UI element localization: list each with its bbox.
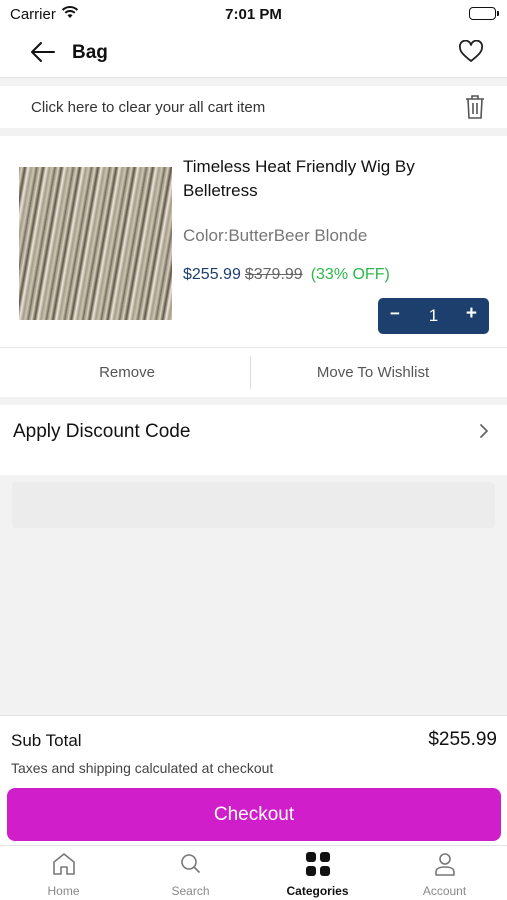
apply-discount-label[interactable]: Apply Discount Code	[13, 421, 190, 443]
tab-label: Search	[171, 884, 210, 898]
tab-label: Account	[422, 884, 467, 898]
subtotal-label: Sub Total	[11, 731, 82, 750]
battery-icon	[469, 7, 496, 20]
bottom-tab-bar: Home Search Categories Account	[0, 845, 507, 900]
cart-item: Timeless Heat Friendly Wig By Belletress…	[0, 136, 507, 347]
tab-search[interactable]: Search	[127, 846, 254, 900]
grid-icon	[305, 851, 331, 877]
trash-icon[interactable]	[464, 94, 486, 125]
tab-home[interactable]: Home	[0, 846, 127, 900]
clock: 7:01 PM	[225, 6, 282, 23]
product-image[interactable]	[19, 167, 172, 320]
tax-note: Taxes and shipping calculated at checkou…	[11, 760, 274, 776]
search-icon	[178, 851, 204, 877]
move-to-wishlist-button[interactable]: Move To Wishlist	[250, 364, 496, 381]
tab-label: Home	[47, 884, 80, 898]
tab-label: Categories	[286, 884, 349, 898]
price-row: $255.99 $379.99 (33% OFF)	[183, 266, 390, 284]
empty-placeholder-card	[12, 482, 495, 528]
quantity-stepper: − 1 +	[378, 298, 489, 334]
tab-categories[interactable]: Categories	[254, 846, 381, 900]
tab-account[interactable]: Account	[381, 846, 507, 900]
user-icon	[432, 851, 458, 877]
remove-button[interactable]: Remove	[0, 364, 254, 381]
increase-quantity-button[interactable]: +	[466, 303, 477, 325]
original-price: $379.99	[244, 266, 303, 283]
apply-discount-row[interactable]: Apply Discount Code	[0, 405, 507, 475]
order-summary: Sub Total $255.99 Taxes and shipping cal…	[0, 715, 507, 845]
heart-icon[interactable]	[458, 39, 484, 69]
checkout-button[interactable]: Checkout	[7, 788, 501, 841]
discount-badge: (33% OFF)	[310, 266, 390, 283]
product-color: Color:ButterBeer Blonde	[183, 226, 368, 245]
chevron-right-icon	[479, 423, 489, 444]
current-price: $255.99	[183, 266, 241, 283]
product-name[interactable]: Timeless Heat Friendly Wig By Belletress	[183, 155, 483, 203]
subtotal-value: $255.99	[428, 729, 497, 750]
nav-bar: Bag	[0, 28, 507, 78]
clear-cart-row[interactable]: Click here to clear your all cart item	[0, 86, 507, 128]
clear-cart-text[interactable]: Click here to clear your all cart item	[31, 99, 265, 116]
status-bar: Carrier 7:01 PM	[0, 0, 507, 28]
arrow-left-icon[interactable]	[30, 40, 56, 69]
home-icon	[51, 851, 77, 877]
page-title: Bag	[72, 42, 108, 63]
item-actions: Remove Move To Wishlist	[0, 347, 507, 397]
